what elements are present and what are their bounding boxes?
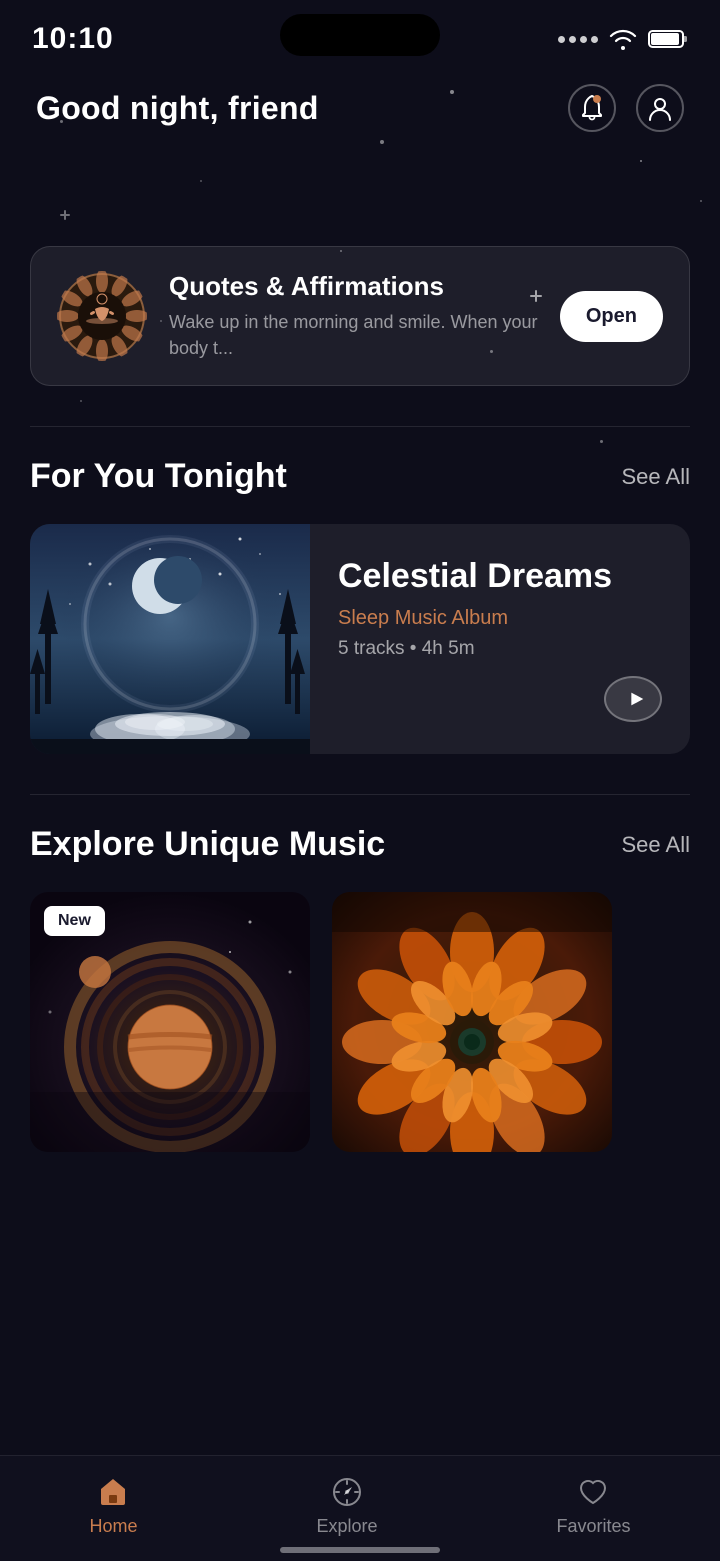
dynamic-island	[280, 14, 440, 56]
featured-card-info: Celestial Dreams Sleep Music Album 5 tra…	[310, 524, 690, 754]
featured-card-title: Celestial Dreams	[338, 556, 662, 597]
celestial-dreams-art	[30, 524, 310, 754]
home-nav-label: Home	[89, 1516, 137, 1537]
explore-icon	[329, 1474, 365, 1510]
divider-1	[30, 426, 690, 427]
bottom-pad	[30, 1152, 690, 1272]
status-time: 10:10	[32, 22, 114, 56]
nav-explore[interactable]: Explore	[286, 1474, 407, 1537]
bell-icon	[579, 94, 605, 122]
wifi-icon	[608, 28, 638, 50]
favorites-icon	[575, 1474, 611, 1510]
quote-title: Quotes & Affirmations	[169, 271, 538, 302]
play-button[interactable]	[604, 676, 662, 722]
featured-card-image	[30, 524, 310, 754]
explore-nav-label: Explore	[316, 1516, 377, 1537]
music-card-1[interactable]: New	[30, 892, 310, 1152]
meditation-icon	[57, 271, 147, 361]
explore-see-all-button[interactable]: See All	[622, 832, 691, 858]
signal-dots-icon	[558, 36, 598, 43]
explore-section-header: Explore Unique Music See All	[30, 825, 690, 864]
notification-button[interactable]	[568, 84, 616, 132]
featured-card-type: Sleep Music Album	[338, 607, 662, 630]
status-icons	[558, 28, 688, 50]
app-header: Good night, friend	[0, 70, 720, 146]
main-content: Quotes & Affirmations Wake up in the mor…	[0, 246, 720, 1272]
for-you-see-all-button[interactable]: See All	[622, 464, 691, 490]
featured-card[interactable]: Celestial Dreams Sleep Music Album 5 tra…	[30, 524, 690, 754]
quote-text-area: Quotes & Affirmations Wake up in the mor…	[169, 271, 538, 360]
profile-icon	[647, 94, 673, 122]
music-card-2[interactable]	[332, 892, 612, 1152]
home-icon	[95, 1474, 131, 1510]
profile-button[interactable]	[636, 84, 684, 132]
play-icon	[624, 688, 646, 710]
nav-home[interactable]: Home	[59, 1474, 167, 1537]
home-indicator	[280, 1547, 440, 1553]
bottom-nav: Home Explore Favorites	[0, 1455, 720, 1561]
explore-section: Explore Unique Music See All	[30, 825, 690, 1152]
greeting-text: Good night, friend	[36, 90, 319, 127]
quote-card[interactable]: Quotes & Affirmations Wake up in the mor…	[30, 246, 690, 386]
status-bar: 10:10	[0, 0, 720, 70]
favorites-nav-label: Favorites	[556, 1516, 630, 1537]
battery-icon	[648, 28, 688, 50]
quote-card-icon	[57, 271, 147, 361]
music-grid: New	[30, 892, 690, 1152]
featured-card-meta: 5 tracks • 4h 5m	[338, 638, 662, 660]
nav-favorites[interactable]: Favorites	[526, 1474, 660, 1537]
divider-2	[30, 794, 690, 795]
header-actions	[568, 84, 684, 132]
for-you-section-header: For You Tonight See All	[30, 457, 690, 496]
open-button[interactable]: Open	[560, 291, 663, 342]
explore-title: Explore Unique Music	[30, 825, 385, 864]
mandala-art	[332, 892, 612, 1152]
for-you-title: For You Tonight	[30, 457, 287, 496]
quote-subtitle: Wake up in the morning and smile. When y…	[169, 310, 538, 360]
new-badge: New	[44, 906, 105, 936]
